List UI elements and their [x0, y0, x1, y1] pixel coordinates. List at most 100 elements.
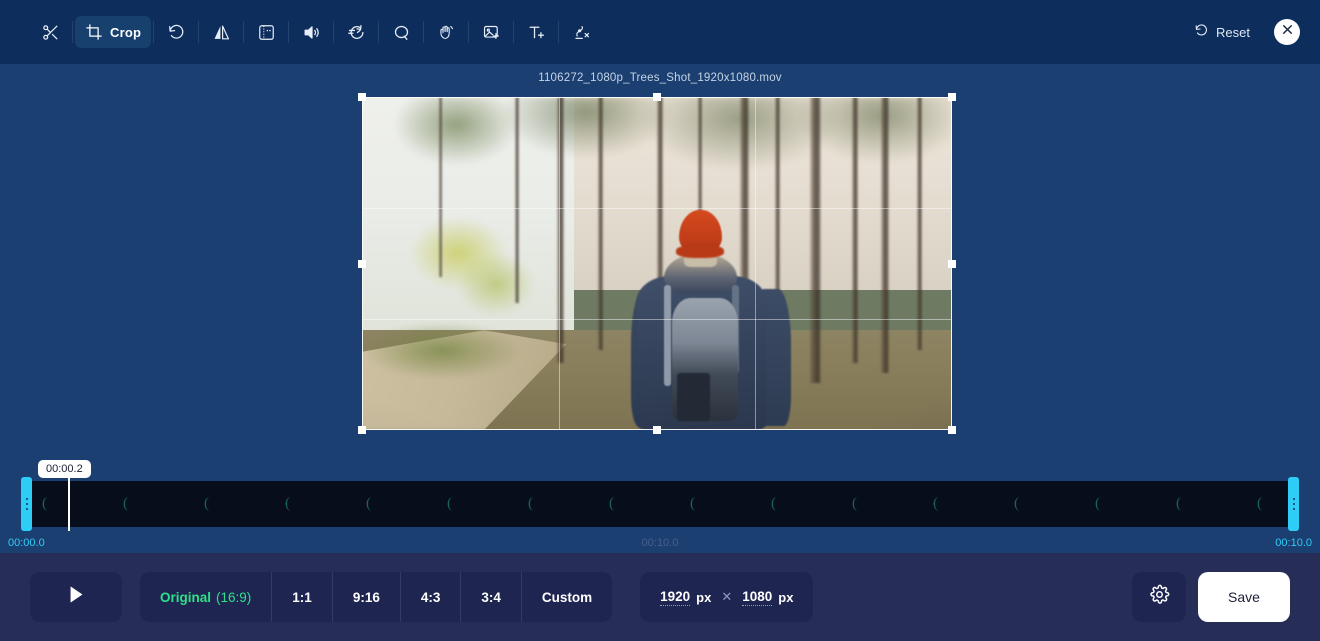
waveform-mark: ( — [771, 495, 776, 512]
top-toolbar: Crop Reset — [0, 0, 1320, 64]
timeline-track-row[interactable]: ( ( ( ( ( ( ( ( ( ( ( ( ( ( ( ( — [21, 477, 1299, 531]
toolbar-divider — [558, 21, 560, 43]
tool-button-effects[interactable] — [426, 16, 466, 48]
waveform-mark: ( — [852, 495, 857, 512]
close-icon — [1281, 23, 1294, 41]
waveform-mark: ( — [933, 495, 938, 512]
play-icon — [68, 585, 85, 609]
scissors-icon — [41, 23, 60, 42]
aspect-ratio-9-16[interactable]: 9:16 — [333, 572, 401, 622]
crop-icon — [85, 23, 103, 41]
aspect-ratio-1-1[interactable]: 1:1 — [272, 572, 333, 622]
flip-icon — [212, 23, 231, 42]
toolbar-divider — [378, 21, 380, 43]
width-input[interactable]: 1920 — [660, 589, 691, 606]
toolbar-divider — [243, 21, 245, 43]
playhead[interactable] — [68, 477, 70, 531]
height-unit-label: px — [778, 589, 794, 605]
wave-hand-icon — [437, 23, 456, 42]
aspect-ratio-group: Original (16:9) 1:1 9:16 4:3 3:4 Custom — [140, 572, 613, 622]
tool-button-add-image[interactable] — [471, 16, 511, 48]
waveform-mark: ( — [1257, 495, 1262, 512]
tool-button-rotate[interactable] — [156, 16, 196, 48]
tool-button-loop[interactable] — [381, 16, 421, 48]
remove-watermark-icon — [572, 23, 591, 42]
gear-icon — [1149, 584, 1170, 610]
waveform-mark: ( — [42, 495, 47, 512]
crop-handle-bottom-center[interactable] — [653, 426, 661, 434]
loop-icon — [392, 23, 411, 42]
speed-icon — [347, 23, 366, 42]
waveform-mark: ( — [609, 495, 614, 512]
tool-button-remove-watermark[interactable] — [561, 16, 601, 48]
width-unit-label: px — [696, 589, 712, 605]
add-text-icon — [527, 23, 546, 42]
waveform-mark: ( — [528, 495, 533, 512]
aspect-ratio-custom[interactable]: Custom — [522, 572, 612, 622]
crop-handle-middle-left[interactable] — [358, 259, 366, 268]
aspect-ratio-original-label: Original — [160, 589, 212, 605]
crop-handle-bottom-left[interactable] — [358, 426, 366, 434]
trim-handle-end[interactable] — [1288, 477, 1299, 531]
toolbar-divider — [468, 21, 470, 43]
tool-button-crop[interactable]: Crop — [75, 16, 152, 48]
tool-button-flip[interactable] — [201, 16, 241, 48]
crop-handle-bottom-right[interactable] — [948, 426, 956, 434]
aspect-ratio-original-sub: (16:9) — [216, 589, 252, 605]
bottom-control-bar: Original (16:9) 1:1 9:16 4:3 3:4 Custom … — [0, 553, 1320, 641]
toolbar-divider — [72, 21, 73, 43]
aspect-ratio-3-4[interactable]: 3:4 — [461, 572, 522, 622]
dimension-inputs: 1920 px ✕ 1080 px — [640, 572, 814, 622]
reset-button[interactable]: Reset — [1188, 19, 1256, 45]
tool-button-frame[interactable] — [246, 16, 286, 48]
timeline-end-time: 00:10.0 — [1275, 537, 1312, 549]
timeline-mid-time: 00:10.0 — [641, 537, 679, 549]
waveform-mark: ( — [447, 495, 452, 512]
tool-group: Crop — [30, 16, 601, 48]
toolbar-right-group: Reset — [1188, 19, 1300, 45]
tool-button-speed[interactable] — [336, 16, 376, 48]
volume-icon — [302, 23, 321, 42]
waveform-mark: ( — [1014, 495, 1019, 512]
waveform-mark: ( — [123, 495, 128, 512]
crop-handle-top-left[interactable] — [358, 93, 366, 101]
video-editor-window: Crop Reset 1106272_1080p_Trees_Shot_1920… — [0, 0, 1320, 641]
video-frame-image — [362, 97, 952, 430]
height-input[interactable]: 1080 — [742, 589, 773, 606]
crop-handle-middle-right[interactable] — [948, 259, 956, 268]
timeline-time-labels: 00:00.0 00:10.0 00:10.0 — [8, 537, 1312, 551]
tool-button-volume[interactable] — [291, 16, 331, 48]
crop-handle-top-center[interactable] — [653, 93, 661, 101]
toolbar-divider — [288, 21, 290, 43]
frame-icon — [257, 23, 276, 42]
rotate-icon — [167, 23, 186, 42]
tool-button-add-text[interactable] — [516, 16, 556, 48]
waveform-mark: ( — [690, 495, 695, 512]
add-image-icon — [482, 23, 501, 42]
tool-button-cut[interactable] — [30, 16, 70, 48]
waveform-mark: ( — [366, 495, 371, 512]
timeline: 00:00.2 ( ( ( ( ( ( ( ( ( ( ( ( ( ( ( ( — [0, 457, 1320, 553]
trim-handle-start[interactable] — [21, 477, 32, 531]
toolbar-divider — [153, 21, 155, 43]
aspect-ratio-original[interactable]: Original (16:9) — [140, 572, 273, 622]
reset-icon — [1194, 23, 1209, 41]
play-button[interactable] — [30, 572, 122, 622]
playhead-time-tooltip: 00:00.2 — [38, 460, 91, 478]
dimension-separator-icon: ✕ — [721, 589, 733, 604]
video-preview[interactable] — [358, 93, 956, 434]
toolbar-divider — [333, 21, 335, 43]
waveform-mark: ( — [285, 495, 290, 512]
settings-button[interactable] — [1132, 572, 1186, 622]
toolbar-divider — [198, 21, 200, 43]
close-button[interactable] — [1274, 19, 1300, 45]
waveform-mark: ( — [1176, 495, 1181, 512]
aspect-ratio-4-3[interactable]: 4:3 — [401, 572, 462, 622]
toolbar-divider — [513, 21, 515, 43]
timeline-start-time: 00:00.0 — [8, 537, 45, 549]
save-button[interactable]: Save — [1198, 572, 1290, 622]
waveform-mark: ( — [1095, 495, 1100, 512]
crop-handle-top-right[interactable] — [948, 93, 956, 101]
timeline-track[interactable]: ( ( ( ( ( ( ( ( ( ( ( ( ( ( ( ( — [22, 481, 1298, 527]
waveform-mark: ( — [204, 495, 209, 512]
